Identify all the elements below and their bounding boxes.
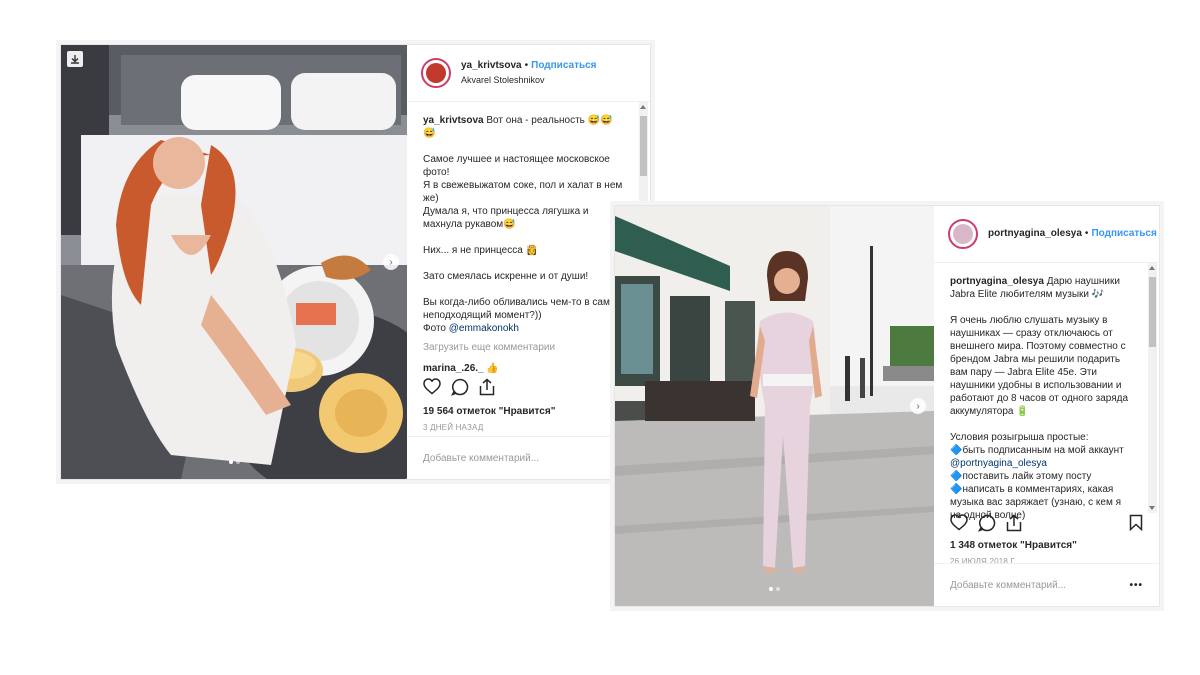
load-more-comments-link[interactable]: Загрузить еще комментарии [423,341,624,354]
post-2-side-panel: portnyagina_olesya • Подписаться portnyagi… [934,206,1159,606]
username-link[interactable]: portnyagina_olesya [988,228,1082,239]
mention-link[interactable]: @portnyagina_olesya [950,458,1047,469]
avatar[interactable] [421,58,451,88]
likes-count[interactable]: 1 348 отметок "Нравится" [950,540,1077,551]
chevron-right-icon[interactable]: › [910,398,926,414]
download-icon[interactable] [67,51,83,67]
instagram-post-1: › ya_krivtsova • Подписаться Akvarel Stole… [60,44,651,480]
bookmark-icon[interactable] [1129,514,1143,536]
follow-button[interactable]: Подписаться [531,60,596,71]
share-icon[interactable] [1006,514,1022,537]
follow-button[interactable]: Подписаться [1091,228,1156,239]
scroll-down-arrow-icon[interactable] [1149,506,1155,510]
caption-text: Вот она - реальность 😅😅 😅 Самое лучшее и… [423,115,623,334]
avatar[interactable] [948,219,978,249]
comment-icon[interactable] [977,514,996,537]
carousel-indicator [615,578,934,596]
caption-text: Дарю наушники Jabra Elite любителям музы… [950,276,1129,456]
post-1-actions [423,378,634,400]
scroll-up-arrow-icon[interactable] [1149,266,1155,270]
caption: ya_krivtsova Вот она - реальность 😅😅 😅 С… [423,114,624,335]
scrollbar-thumb[interactable] [640,116,647,176]
add-comment-field[interactable]: Добавьте комментарий... ••• [934,563,1159,606]
instagram-post-2: › portnyagina_olesya • Подписаться portnya… [614,205,1160,607]
carousel-indicator [61,451,407,469]
add-comment-placeholder[interactable]: Добавьте комментарий... [950,580,1066,591]
caption-username[interactable]: ya_krivtsova [423,115,484,126]
heart-icon[interactable] [423,378,441,400]
post-2-photo[interactable]: › [615,206,934,606]
comment-icon[interactable] [450,378,469,401]
comment: marina_.26._ 👍 [423,362,624,375]
add-comment-placeholder[interactable]: Добавьте комментарий... [423,453,539,464]
photo-woman-walking-street [615,206,934,606]
post-2-header: portnyagina_olesya • Подписаться [934,206,1159,263]
username-link[interactable]: ya_krivtsova [461,60,522,71]
post-2-comments: portnyagina_olesya Дарю наушники Jabra E… [934,263,1159,525]
heart-icon[interactable] [950,514,968,536]
mention-link[interactable]: @emmakonokh [449,323,519,334]
post-1-photo[interactable]: › [61,45,407,479]
chevron-right-icon[interactable]: › [383,254,399,270]
post-1-header: ya_krivtsova • Подписаться Akvarel Stolesh… [407,45,650,102]
scroll-up-arrow-icon[interactable] [640,105,646,109]
scrollbar-thumb[interactable] [1149,277,1156,347]
post-2-actions [950,514,1143,536]
separator-dot: • [524,60,529,71]
likes-count[interactable]: 19 564 отметок "Нравится" [423,406,555,417]
more-options-icon[interactable]: ••• [1129,580,1143,591]
post-date[interactable]: 3 дней назад [423,423,483,432]
share-icon[interactable] [479,378,495,401]
location-link[interactable]: Akvarel Stoleshnikov [461,73,597,87]
photo-woman-in-hotel-robe [61,45,407,479]
caption-username[interactable]: portnyagina_olesya [950,276,1044,287]
comments-scrollbar[interactable] [1148,263,1157,513]
separator-dot: • [1084,228,1089,239]
caption: portnyagina_olesya Дарю наушники Jabra E… [950,275,1133,522]
comment-text: 👍 [486,363,499,374]
comment-username[interactable]: marina_.26._ [423,363,484,374]
